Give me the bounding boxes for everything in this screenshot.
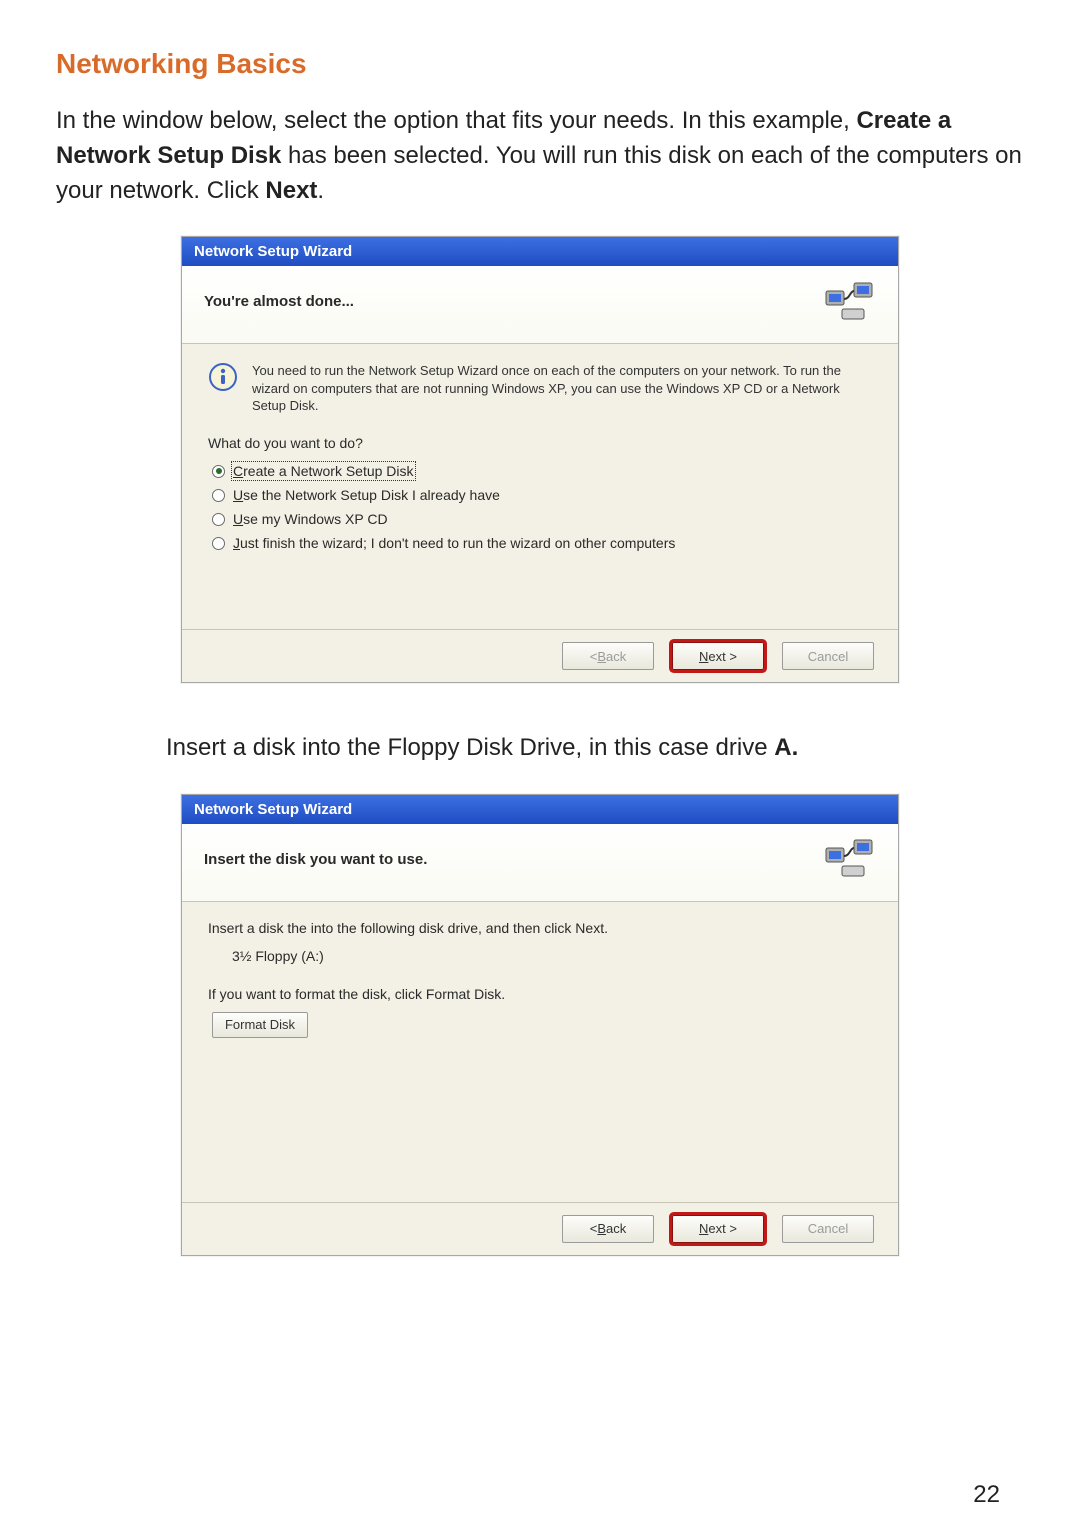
wizard-header: You're almost done... xyxy=(182,266,898,344)
intro-after: . xyxy=(317,177,324,204)
cancel-button[interactable]: Cancel xyxy=(782,1215,874,1243)
section-title: Networking Basics xyxy=(56,48,1024,80)
intro-bold-2: Next xyxy=(265,177,317,204)
wizard-header: Insert the disk you want to use. xyxy=(182,824,898,902)
radio-label-use-existing: Use the Network Setup Disk I already hav… xyxy=(233,487,500,503)
info-row: You need to run the Network Setup Wizard… xyxy=(208,362,872,415)
wizard-heading: Insert the disk you want to use. xyxy=(204,851,427,868)
drive-name: 3½ Floppy (A:) xyxy=(232,948,872,964)
intro-paragraph: In the window below, select the option t… xyxy=(56,104,1024,208)
radio-icon xyxy=(212,489,225,502)
next-button[interactable]: Next > xyxy=(672,1215,764,1243)
wizard-footer: < Back Next > Cancel xyxy=(182,1202,898,1255)
radio-icon xyxy=(212,513,225,526)
titlebar: Network Setup Wizard xyxy=(182,795,898,824)
back-button[interactable]: < Back xyxy=(562,1215,654,1243)
insert-instruction: Insert a disk the into the following dis… xyxy=(208,920,872,936)
radio-label-just-finish: Just finish the wizard; I don't need to … xyxy=(233,535,675,551)
network-icon xyxy=(824,836,876,882)
radio-label-use-cd: Use my Windows XP CD xyxy=(233,511,388,527)
format-instruction: If you want to format the disk, click Fo… xyxy=(208,986,872,1002)
intro-text: In the window below, select the option t… xyxy=(56,107,856,134)
mid-instruction: Insert a disk into the Floppy Disk Drive… xyxy=(166,731,1024,766)
radio-icon xyxy=(212,537,225,550)
radio-create-disk[interactable]: Create a Network Setup Disk xyxy=(212,463,872,479)
format-disk-button[interactable]: Format Disk xyxy=(212,1012,308,1038)
wizard-body: You need to run the Network Setup Wizard… xyxy=(182,344,898,629)
radio-use-xp-cd[interactable]: Use my Windows XP CD xyxy=(212,511,872,527)
titlebar: Network Setup Wizard xyxy=(182,237,898,266)
info-icon xyxy=(208,362,238,392)
back-button[interactable]: < Back xyxy=(562,642,654,670)
next-button[interactable]: Next > xyxy=(672,642,764,670)
info-text: You need to run the Network Setup Wizard… xyxy=(252,362,872,415)
radio-label-create: Create a Network Setup Disk xyxy=(233,463,414,479)
wizard-question: What do you want to do? xyxy=(208,435,872,451)
wizard-insert-disk: Network Setup Wizard Insert the disk you… xyxy=(181,794,899,1256)
cancel-button[interactable]: Cancel xyxy=(782,642,874,670)
page-number: 22 xyxy=(973,1481,1000,1509)
radio-icon xyxy=(212,465,225,478)
wizard-footer: < Back Next > Cancel xyxy=(182,629,898,682)
radio-use-existing-disk[interactable]: Use the Network Setup Disk I already hav… xyxy=(212,487,872,503)
mid-text-before: Insert a disk into the Floppy Disk Drive… xyxy=(166,734,774,761)
network-icon xyxy=(824,279,876,325)
wizard-body: Insert a disk the into the following dis… xyxy=(182,902,898,1202)
mid-text-bold: A. xyxy=(774,734,798,761)
wizard-almost-done: Network Setup Wizard You're almost done.… xyxy=(181,236,899,683)
radio-just-finish[interactable]: Just finish the wizard; I don't need to … xyxy=(212,535,872,551)
wizard-heading: You're almost done... xyxy=(204,293,354,310)
